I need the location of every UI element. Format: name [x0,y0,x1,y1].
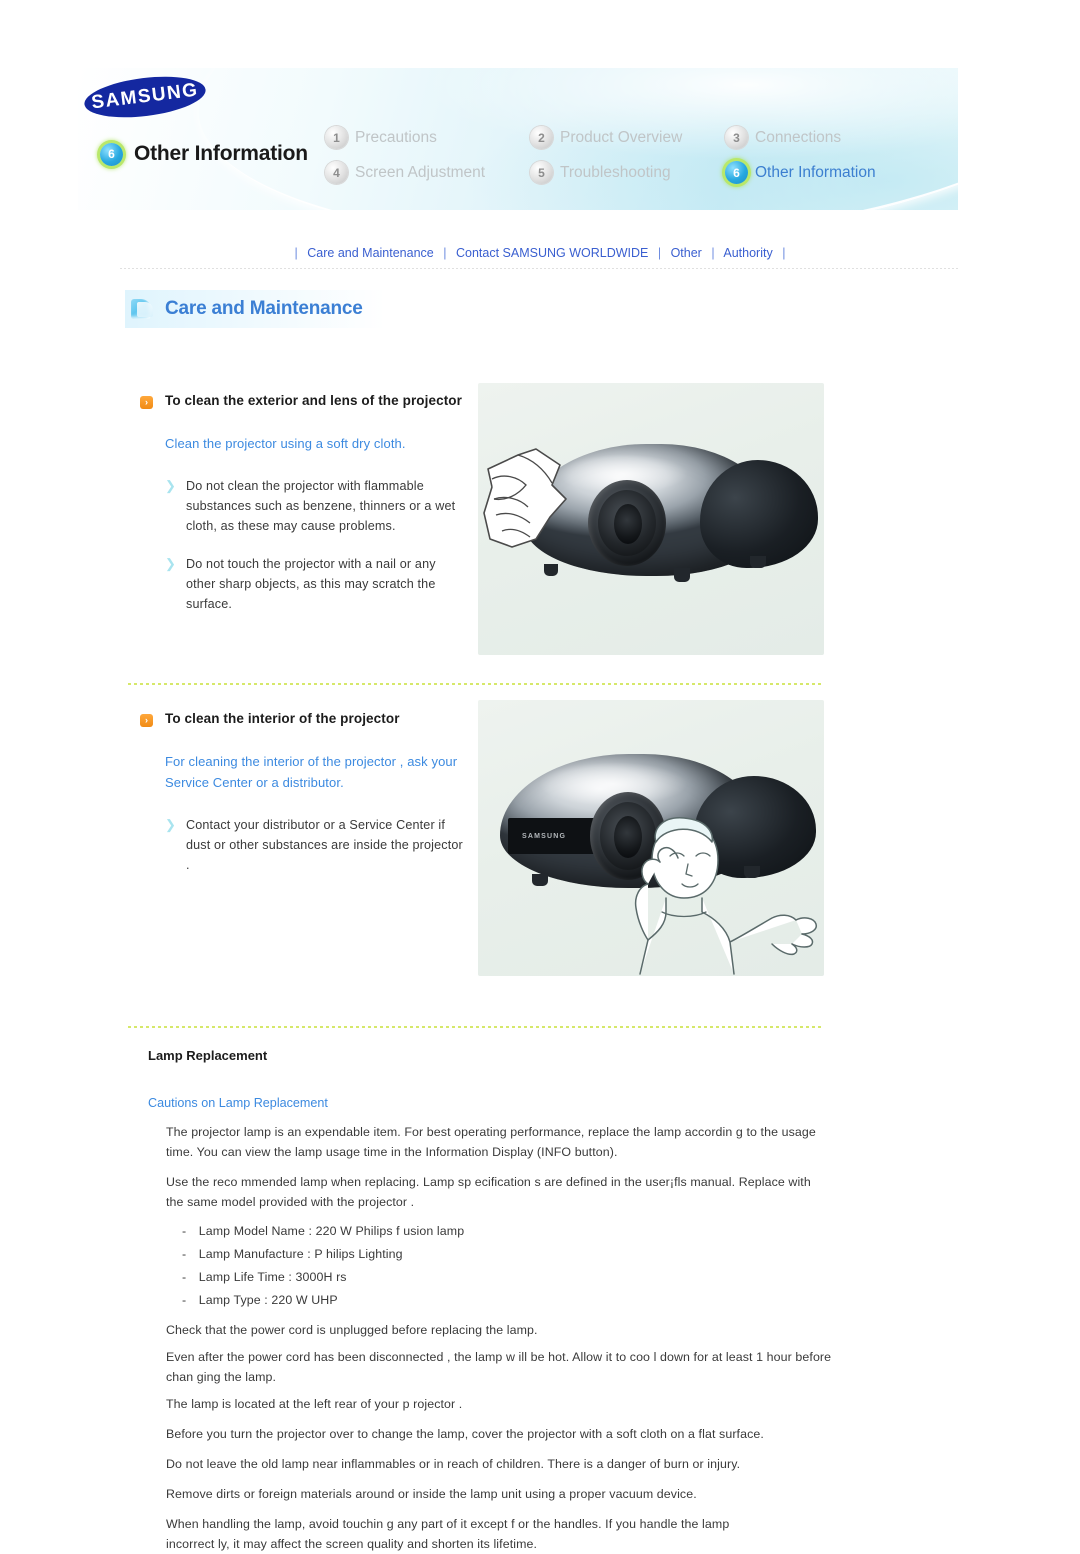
nav-item-precautions[interactable]: 1 Precautions [325,120,530,155]
section-heading-row: › To clean the exterior and lens of the … [140,393,470,409]
lamp-paragraph: Before you turn the projector over to ch… [166,1427,764,1441]
subnav-link-contact-samsung-worldwide[interactable]: Contact SAMSUNG WORLDWIDE [456,246,648,260]
subnav-link-authority[interactable]: Authority [723,246,772,260]
section-lead-text: For cleaning the interior of the project… [165,754,458,790]
chevron-square-icon: › [140,396,153,409]
section-lead-text: Clean the projector using a soft dry clo… [165,436,406,451]
nav-item-label: Troubleshooting [560,163,671,181]
nav-number-badge: 4 [325,161,348,184]
lamp-spec-dash: - [182,1270,187,1284]
list-item-text: Do not touch the projector with a nail o… [186,557,436,611]
arrow-bullet-icon: ❯ [165,556,176,571]
lamp-spec-dash: - [182,1293,187,1307]
lamp-spec-list: - Lamp Model Name : 220 W Philips f usio… [182,1220,848,1312]
subnav-separator: | [657,246,662,260]
section-number-badge: 6 [100,142,123,166]
nav-item-label: Screen Adjustment [355,163,486,181]
lamp-paragraph: The lamp is located at the left rear of … [166,1397,463,1411]
lamp-paragraph: When handling the lamp, avoid touchin g … [166,1517,730,1551]
subnav-link-other[interactable]: Other [671,246,702,260]
lamp-spec-item: - Lamp Model Name : 220 W Philips f usio… [182,1220,848,1243]
lamp-spec-text: Lamp Type : 220 W UHP [198,1293,338,1307]
lamp-paragraph: Do not leave the old lamp near inflammab… [166,1457,741,1471]
nav-item-product-overview[interactable]: 2 Product Overview [530,120,725,155]
list-item: ❯ Contact your distributor or a Service … [165,815,465,875]
page-stack-icon [129,298,155,320]
projector-brand-label: SAMSUNG [522,832,567,840]
nav-item-label: Product Overview [560,128,683,146]
lamp-spec-text: Lamp Life Time : 3000H rs [198,1270,347,1284]
nav-number-badge: 6 [725,161,748,184]
subnav-separator: | [294,246,298,260]
nav-item-screen-adjustment[interactable]: 4 Screen Adjustment [325,155,530,190]
subnav-separator: | [711,246,715,260]
lamp-spec-item: - Lamp Life Time : 3000H rs [182,1266,848,1289]
nav-item-other-information[interactable]: 6 Other Information [725,155,876,190]
nav-item-label: Connections [755,128,842,146]
main-navigation[interactable]: 1 Precautions 2 Product Overview 3 Conne… [325,120,876,190]
list-item-text: Contact your distributor or a Service Ce… [186,818,463,872]
lamp-replacement-subheading: Cautions on Lamp Replacement [148,1096,328,1110]
lamp-paragraph: Check that the power cord is unplugged b… [166,1323,538,1337]
nav-item-troubleshooting[interactable]: 5 Troubleshooting [530,155,725,190]
nav-number-badge: 5 [530,161,553,184]
sub-navigation[interactable]: | Care and Maintenance | Contact SAMSUNG… [0,246,1080,260]
list-item-text: Do not clean the projector with flammabl… [186,479,456,533]
lamp-paragraph: Use the reco mmended lamp when replacing… [166,1175,811,1209]
nav-item-label: Precautions [355,128,437,146]
arrow-bullet-icon: ❯ [165,478,176,493]
section-divider [128,1026,824,1028]
lamp-spec-item: - Lamp Manufacture : P hilips Lighting [182,1243,848,1266]
arrow-bullet-icon: ❯ [165,817,176,832]
lamp-spec-text: Lamp Manufacture : P hilips Lighting [198,1247,403,1261]
section-clean-interior: › To clean the interior of the projector… [140,711,470,875]
page-title-banner: Care and Maintenance [125,290,385,328]
nav-number-badge: 3 [725,126,748,149]
lamp-replacement-heading: Lamp Replacement [148,1048,268,1063]
lamp-spec-dash: - [182,1247,187,1261]
page-header: SAMSUNG 6 Other Information 1 Precaution… [0,0,1080,232]
lamp-spec-text: Lamp Model Name : 220 W Philips f usion … [198,1224,465,1238]
section-divider [128,683,824,685]
nav-item-label: Other Information [755,163,876,181]
lamp-paragraph: Remove dirts or foreign materials around… [166,1487,697,1501]
page-title: Care and Maintenance [165,298,363,319]
section-clean-exterior: › To clean the exterior and lens of the … [140,393,470,614]
list-item: ❯ Do not touch the projector with a nail… [165,554,465,614]
section-heading: To clean the exterior and lens of the pr… [165,393,463,408]
section-lamp-replacement: Lamp Replacement Cautions on Lamp Replac… [148,1048,848,1554]
image-clean-exterior [478,383,824,655]
nav-item-connections[interactable]: 3 Connections [725,120,876,155]
nav-number-badge: 2 [530,126,553,149]
list-item: ❯ Do not clean the projector with flamma… [165,476,465,536]
lamp-paragraph: The projector lamp is an expendable item… [166,1125,816,1159]
lamp-spec-item: - Lamp Type : 220 W UHP [182,1289,848,1312]
subnav-separator: | [782,246,786,260]
section-heading: To clean the interior of the projector [165,711,400,726]
hand-with-cloth-illustration [483,448,567,548]
lamp-spec-dash: - [182,1224,187,1238]
chevron-square-icon: › [140,714,153,727]
lamp-paragraph: Even after the power cord has been disco… [166,1350,832,1384]
current-section-title: 6 Other Information [100,142,308,166]
image-clean-interior: SAMSUNG [478,700,824,976]
section-title-label: Other Information [134,142,308,165]
subnav-separator: | [443,246,447,260]
section-heading-row: › To clean the interior of the projector [140,711,470,727]
subnav-link-care-and-maintenance[interactable]: Care and Maintenance [307,246,433,260]
person-on-phone-illustration [634,817,818,975]
subnav-divider [120,268,960,269]
nav-number-badge: 1 [325,126,348,149]
